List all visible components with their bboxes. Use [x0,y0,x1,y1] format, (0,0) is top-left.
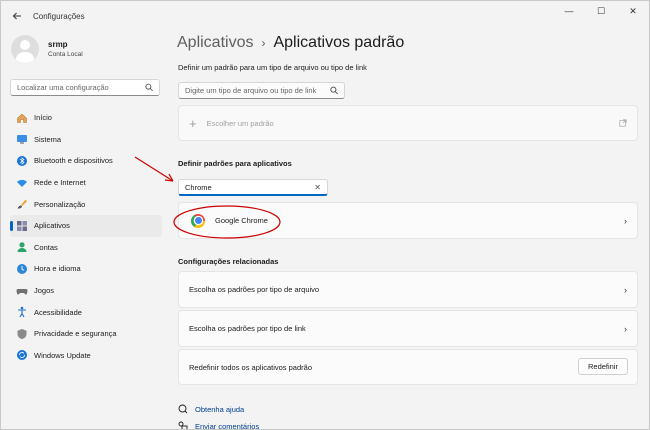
file-type-search-input[interactable] [185,86,330,95]
reset-defaults-card: Redefinir todos os aplicativos padrão Re… [178,349,638,385]
back-arrow-icon [12,12,21,20]
related-section-label: Configurações relacionadas [178,257,279,266]
gamepad-icon [16,288,28,295]
sidebar-item-rede[interactable]: Rede e Internet [10,172,162,194]
apps-icon [17,220,27,231]
external-link-icon [619,119,627,127]
sidebar-item-contas[interactable]: Contas [10,237,162,259]
get-help-link[interactable]: Obtenha ajuda [178,404,244,414]
sidebar-item-label: Acessibilidade [34,307,82,317]
bluetooth-icon [17,155,27,166]
chevron-right-icon: › [624,285,627,295]
wifi-icon [17,179,27,187]
maximize-button[interactable]: ☐ [585,1,617,21]
sidebar-item-label: Bluetooth e dispositivos [34,156,113,166]
sidebar-item-label: Jogos [34,286,55,296]
back-button[interactable] [3,2,31,30]
home-icon [17,113,27,123]
search-icon [329,86,338,95]
breadcrumb-parent[interactable]: Aplicativos [177,34,253,52]
sidebar-nav: Início Sistema Bluetooth e dispositivos … [10,107,162,366]
sidebar-item-aplicativos[interactable]: Aplicativos [10,214,162,237]
app-title: Configurações [33,11,85,21]
profile-account-type: Conta Local [48,51,83,58]
app-search-input[interactable] [185,182,315,192]
close-button[interactable]: ✕ [617,1,649,21]
reset-button[interactable]: Redefinir [578,358,628,375]
sidebar-item-bluetooth[interactable]: Bluetooth e dispositivos [10,150,162,172]
sidebar-item-sistema[interactable]: Sistema [10,129,162,151]
reset-defaults-label: Redefinir todos os aplicativos padrão [189,362,312,372]
sidebar-item-label: Windows Update [34,350,91,360]
choose-default-label: Escolher um padrão [206,118,274,128]
related-item-label: Escolha os padrões por tipo de arquivo [189,285,320,294]
sidebar-item-label: Aplicativos [34,221,70,231]
user-profile[interactable]: srmp Conta Local [11,35,83,63]
sidebar-item-label: Hora e idioma [34,264,81,274]
profile-name: srmp [48,40,68,49]
chevron-right-icon: › [624,216,627,226]
sidebar-item-windows-update[interactable]: Windows Update [10,345,162,367]
sidebar-item-acessibilidade[interactable]: Acessibilidade [10,301,162,323]
apps-section-label: Definir padrões para aplicativos [178,159,292,168]
file-type-search-box[interactable] [178,82,345,99]
related-item-link-type[interactable]: Escolha os padrões por tipo de link › [178,310,638,347]
related-item-file-type[interactable]: Escolha os padrões por tipo de arquivo › [178,271,638,308]
sidebar-item-privacidade[interactable]: Privacidade e segurança [10,323,162,345]
breadcrumb: Aplicativos › Aplicativos padrão [177,34,404,52]
breadcrumb-separator: › [261,36,266,50]
send-feedback-link[interactable]: Enviar comentários [178,421,260,430]
sidebar-item-label: Privacidade e segurança [34,329,117,339]
accessibility-icon [18,306,26,318]
sidebar-item-jogos[interactable]: Jogos [10,280,162,302]
minimize-button[interactable]: — [553,1,585,21]
get-help-label: Obtenha ajuda [195,404,245,414]
settings-search-input[interactable] [17,83,145,92]
sidebar-item-hora-idioma[interactable]: Hora e idioma [10,258,162,280]
help-icon [178,404,188,414]
search-icon [144,83,153,92]
feedback-icon [178,421,188,429]
chevron-right-icon: › [624,324,627,334]
sidebar-item-label: Início [34,113,52,123]
sidebar-item-label: Rede e Internet [34,178,86,188]
update-icon [17,350,27,361]
sidebar-item-label: Contas [34,242,58,252]
app-result-label: Google Chrome [215,216,268,225]
globe-clock-icon [17,263,27,274]
shield-icon [17,328,27,339]
related-item-label: Escolha os padrões por tipo de link [189,324,306,333]
sidebar-item-inicio[interactable]: Início [10,107,162,129]
app-search-box[interactable]: ✕ [178,179,328,196]
plus-icon: + [189,115,197,131]
sidebar-item-personalizacao[interactable]: Personalização [10,193,162,215]
file-type-section-label: Definir um padrão para um tipo de arquiv… [178,63,367,72]
sidebar-item-label: Personalização [34,199,86,209]
person-icon [17,242,27,253]
sidebar-item-label: Sistema [34,134,62,144]
system-icon [17,135,27,144]
app-result-google-chrome[interactable]: Google Chrome › [178,202,638,239]
clear-icon[interactable]: ✕ [314,183,321,192]
send-feedback-label: Enviar comentários [195,421,260,430]
choose-default-card: + Escolher um padrão [178,105,638,141]
brush-icon [17,199,27,209]
settings-search-box[interactable] [10,79,160,96]
settings-window: Configurações — ☐ ✕ srmp Conta Local Iní… [0,0,650,430]
title-bar: Configurações — ☐ ✕ [1,1,649,31]
page-title: Aplicativos padrão [273,34,405,51]
window-controls: — ☐ ✕ [553,1,649,21]
avatar [11,35,39,63]
chrome-logo-icon [191,213,205,228]
